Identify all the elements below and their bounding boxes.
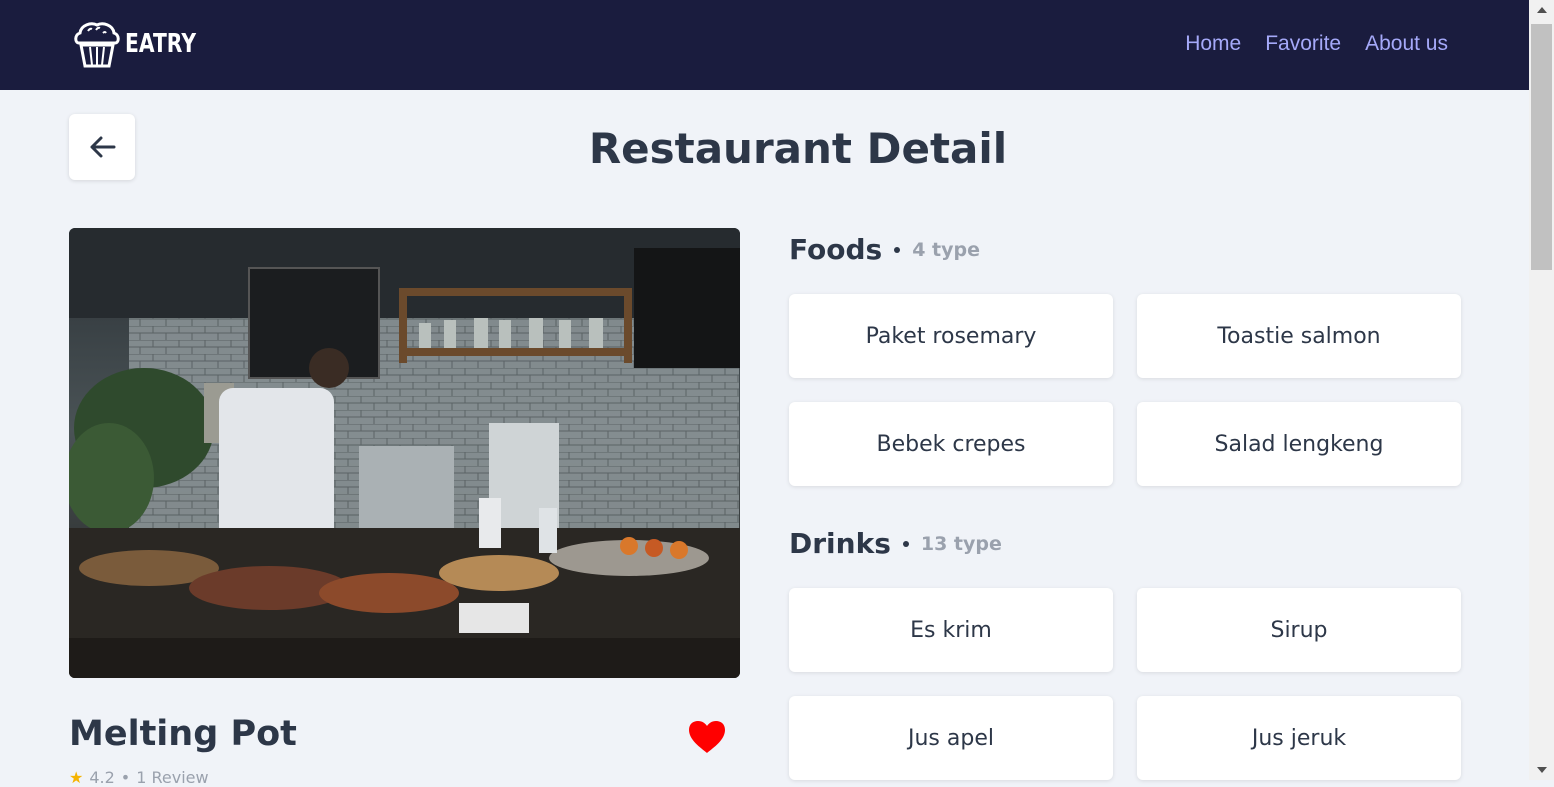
food-item: Toastie salmon — [1137, 294, 1461, 378]
drinks-grid: Es krim Sirup Jus apel Jus jeruk — [789, 588, 1461, 780]
nav-link-home[interactable]: Home — [1185, 32, 1241, 56]
brand-name: EATRY — [125, 29, 197, 59]
foods-section-header: Foods 4 type — [789, 233, 980, 266]
scroll-down-arrow-icon[interactable] — [1529, 762, 1554, 778]
food-item: Salad lengkeng — [1137, 402, 1461, 486]
separator-dot — [894, 246, 901, 253]
drink-item: Jus apel — [789, 696, 1113, 780]
rating-value: 4.2 — [89, 768, 115, 787]
favorite-button[interactable] — [688, 720, 726, 758]
nav-links: Home Favorite About us — [1185, 32, 1448, 56]
nav-link-favorite[interactable]: Favorite — [1265, 32, 1341, 56]
foods-title: Foods — [789, 233, 883, 266]
scroll-up-arrow-icon[interactable] — [1529, 2, 1554, 18]
drinks-section-header: Drinks 13 type — [789, 527, 1002, 560]
page-title: Restaurant Detail — [588, 124, 1008, 173]
nav-link-about-us[interactable]: About us — [1365, 32, 1448, 56]
restaurant-image — [69, 228, 740, 678]
rating-row: ★ 4.2 • 1 Review — [69, 768, 209, 787]
drink-item: Jus jeruk — [1137, 696, 1461, 780]
foods-count: 4 type — [912, 238, 980, 261]
review-count: 1 Review — [136, 768, 209, 787]
muffin-icon — [74, 22, 120, 68]
drinks-count: 13 type — [920, 532, 1002, 555]
food-item: Bebek crepes — [789, 402, 1113, 486]
drink-item: Sirup — [1137, 588, 1461, 672]
food-item: Paket rosemary — [789, 294, 1113, 378]
scrollbar[interactable] — [1529, 0, 1554, 780]
drink-item: Es krim — [789, 588, 1113, 672]
scrollbar-thumb[interactable] — [1531, 24, 1552, 270]
heart-icon — [689, 721, 725, 753]
navbar: EATRY Home Favorite About us — [0, 0, 1529, 90]
drinks-title: Drinks — [789, 527, 891, 560]
separator-dot — [902, 540, 909, 547]
star-icon: ★ — [69, 768, 84, 787]
brand-logo[interactable]: EATRY — [71, 18, 216, 70]
restaurant-name: Melting Pot — [69, 714, 297, 754]
foods-grid: Paket rosemary Toastie salmon Bebek crep… — [789, 294, 1461, 486]
rating-separator: • — [120, 768, 131, 787]
